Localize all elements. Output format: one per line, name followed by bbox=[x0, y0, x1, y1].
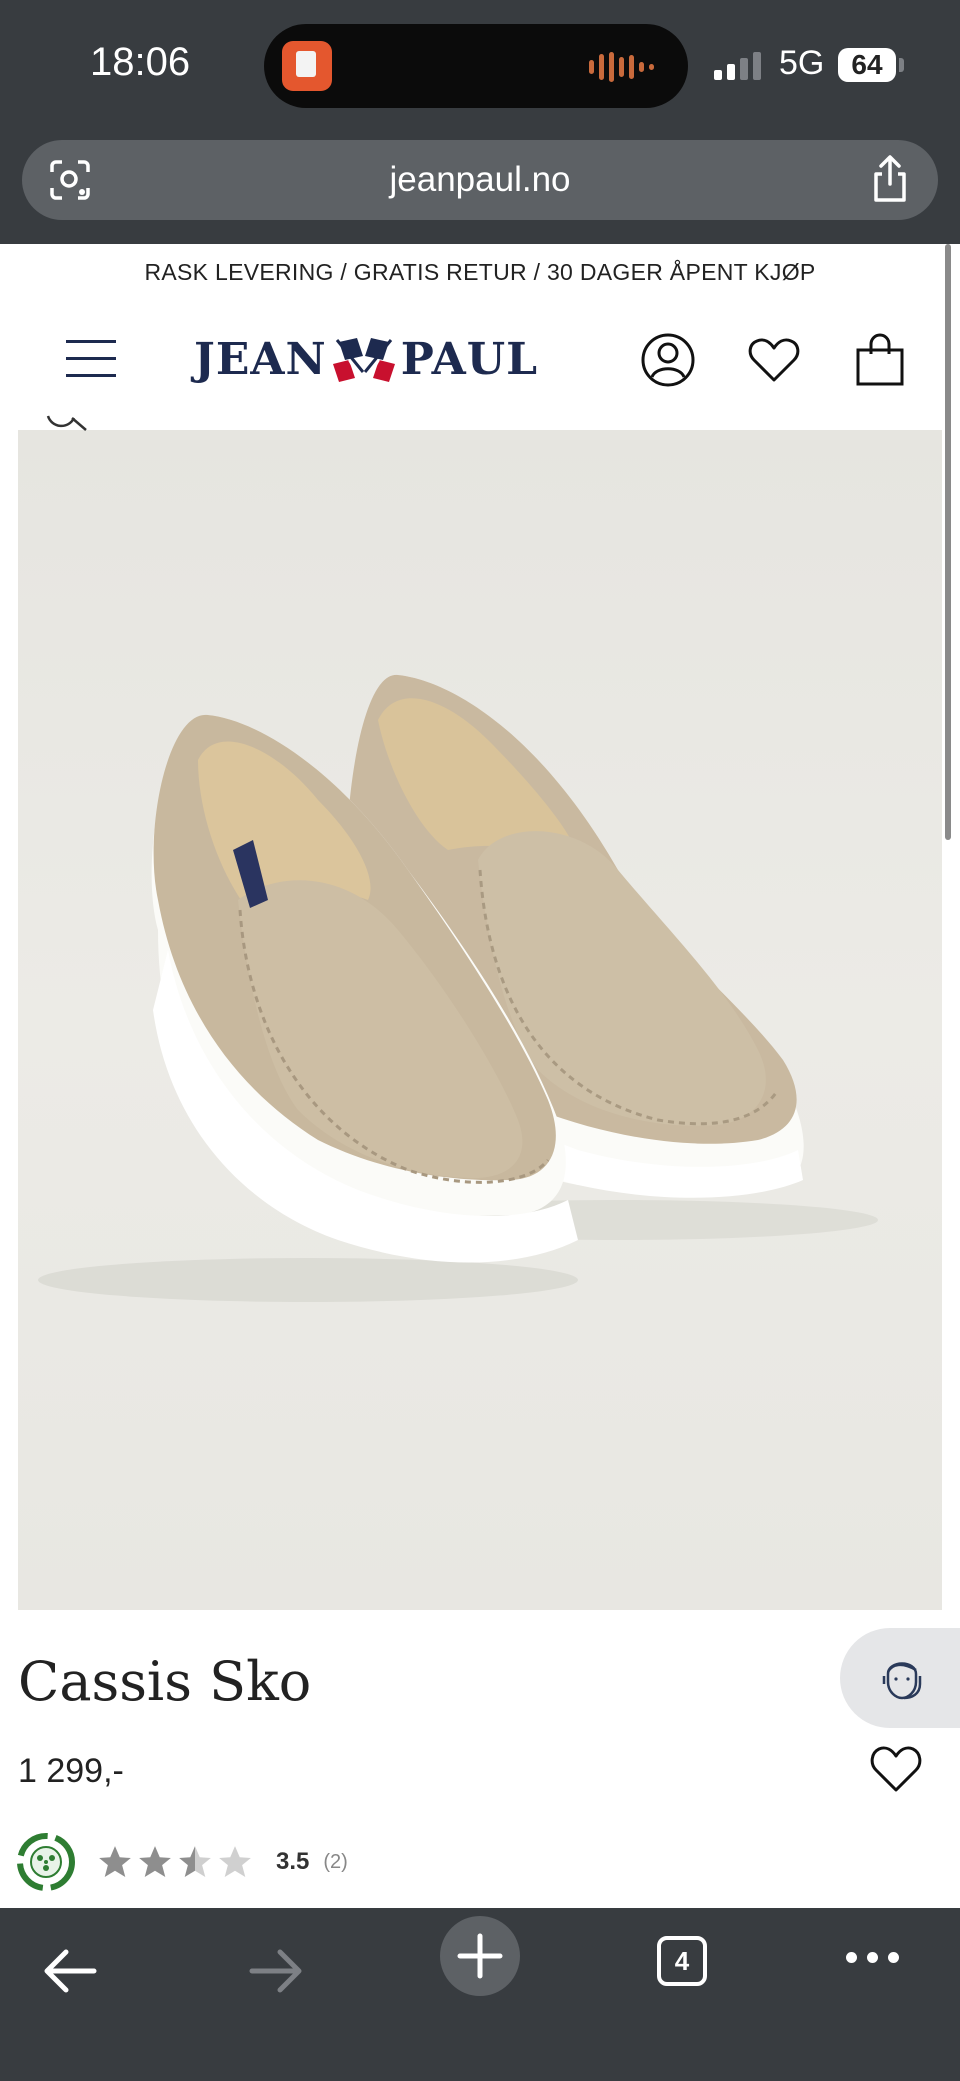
account-icon[interactable] bbox=[640, 332, 696, 388]
plus-icon bbox=[457, 1933, 503, 1979]
product-photo-loafers bbox=[38, 674, 878, 1302]
product-image[interactable] bbox=[18, 430, 942, 1610]
audio-wave-icon bbox=[589, 52, 654, 82]
browser-toolbar: 4 bbox=[0, 1908, 960, 2081]
star-icon bbox=[99, 1846, 131, 1878]
forward-arrow-icon bbox=[249, 1949, 302, 1993]
network-type: 5G bbox=[779, 44, 825, 82]
more-options-icon[interactable] bbox=[846, 1952, 899, 1963]
new-tab-button[interactable] bbox=[440, 1916, 520, 1996]
dynamic-island bbox=[264, 24, 688, 108]
promo-banner: RASK LEVERING / GRATIS RETUR / 30 DAGER … bbox=[144, 259, 816, 285]
status-time: 18:06 bbox=[90, 40, 191, 84]
add-to-wishlist-heart-icon[interactable] bbox=[868, 1742, 924, 1794]
zoom-search-icon[interactable] bbox=[46, 412, 90, 452]
rating-score: 3.5 bbox=[276, 1848, 310, 1875]
customer-support-button[interactable] bbox=[840, 1628, 960, 1728]
star-rating bbox=[96, 1843, 254, 1881]
page-scrollbar[interactable] bbox=[945, 244, 951, 840]
signal-icon bbox=[714, 50, 761, 80]
app-icon bbox=[282, 41, 332, 91]
flags-icon bbox=[332, 338, 395, 382]
cart-bag-icon[interactable] bbox=[852, 332, 908, 388]
review-badge-icon bbox=[17, 1833, 75, 1891]
logo-text-right: PAUL bbox=[400, 333, 539, 385]
wishlist-icon[interactable] bbox=[746, 332, 802, 388]
menu-icon[interactable] bbox=[66, 338, 116, 380]
share-icon[interactable] bbox=[868, 154, 912, 204]
forward-button[interactable] bbox=[236, 1936, 316, 2006]
star-icon bbox=[139, 1846, 171, 1878]
star-half-icon bbox=[179, 1846, 211, 1878]
support-agent-icon bbox=[882, 1662, 922, 1700]
address-bar[interactable]: jeanpaul.no bbox=[22, 140, 938, 220]
brand-logo[interactable]: JEAN PAUL bbox=[194, 333, 539, 385]
browser-chrome: 18:06 5G 64 jeanpaul.no bbox=[0, 0, 960, 244]
logo-text-left: JEAN bbox=[194, 333, 327, 385]
back-arrow-icon bbox=[44, 1949, 97, 1993]
battery-tip bbox=[899, 58, 904, 72]
url-text[interactable]: jeanpaul.no bbox=[22, 160, 938, 200]
battery-icon: 64 bbox=[838, 48, 896, 82]
tabs-button[interactable]: 4 bbox=[657, 1936, 707, 1986]
product-title: Cassis Sko bbox=[18, 1650, 312, 1713]
product-rating[interactable]: 3.5 (2) bbox=[16, 1830, 348, 1894]
star-empty-icon bbox=[219, 1846, 251, 1878]
product-price: 1 299,- bbox=[18, 1752, 124, 1790]
back-button[interactable] bbox=[30, 1936, 110, 2006]
rating-count[interactable]: (2) bbox=[323, 1851, 347, 1874]
